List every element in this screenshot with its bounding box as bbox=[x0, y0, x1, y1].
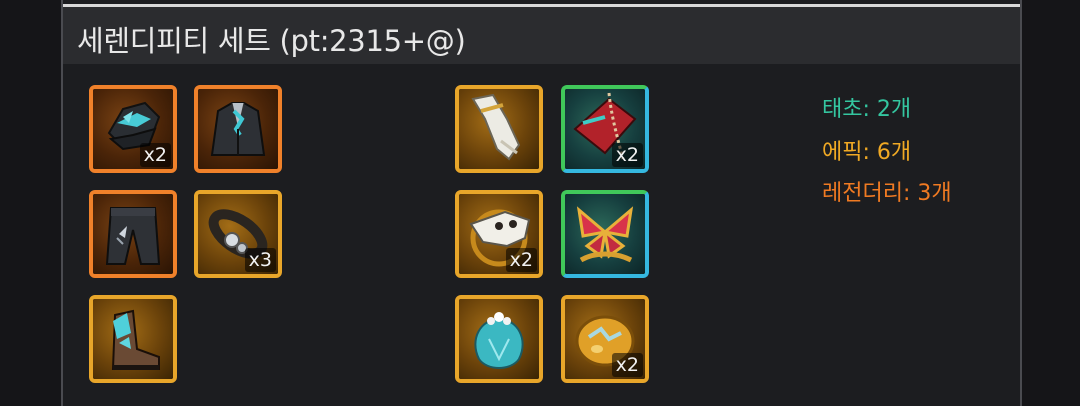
item-slot-butterfly[interactable] bbox=[561, 190, 649, 278]
item-slot-flower-stone[interactable] bbox=[455, 295, 543, 383]
item-slot-boots[interactable] bbox=[89, 295, 177, 383]
boots-icon bbox=[111, 309, 160, 370]
item-slot-jacket[interactable] bbox=[194, 85, 282, 173]
summary-legendary: 레전더리: 3개 bbox=[822, 181, 952, 206]
item-count: x2 bbox=[505, 248, 537, 272]
item-count: x3 bbox=[244, 248, 276, 272]
item-count: x2 bbox=[139, 143, 171, 167]
set-title: 세렌디피티 세트 (pt:2315+@) bbox=[77, 24, 466, 58]
item-slot-necklace[interactable]: x2 bbox=[561, 85, 649, 173]
jacket-icon bbox=[210, 102, 266, 156]
item-slot-egg[interactable]: x2 bbox=[561, 295, 649, 383]
item-count: x2 bbox=[611, 353, 643, 377]
item-count: x2 bbox=[611, 143, 643, 167]
pants-icon bbox=[105, 207, 161, 265]
butterfly-icon bbox=[576, 206, 634, 263]
item-slot-hat[interactable]: x2 bbox=[89, 85, 177, 173]
item-slot-bracelet[interactable] bbox=[455, 85, 543, 173]
title-bar: 세렌디피티 세트 (pt:2315+@) bbox=[63, 7, 1020, 64]
summary-epic: 에픽: 6개 bbox=[822, 140, 912, 165]
item-slot-skull-ring[interactable]: x2 bbox=[455, 190, 543, 278]
item-slot-belt[interactable]: x3 bbox=[194, 190, 282, 278]
bracelet-icon bbox=[471, 93, 521, 161]
summary-primeval: 태초: 2개 bbox=[822, 97, 912, 122]
item-slot-pants[interactable] bbox=[89, 190, 177, 278]
flower-stone-icon bbox=[474, 312, 524, 369]
